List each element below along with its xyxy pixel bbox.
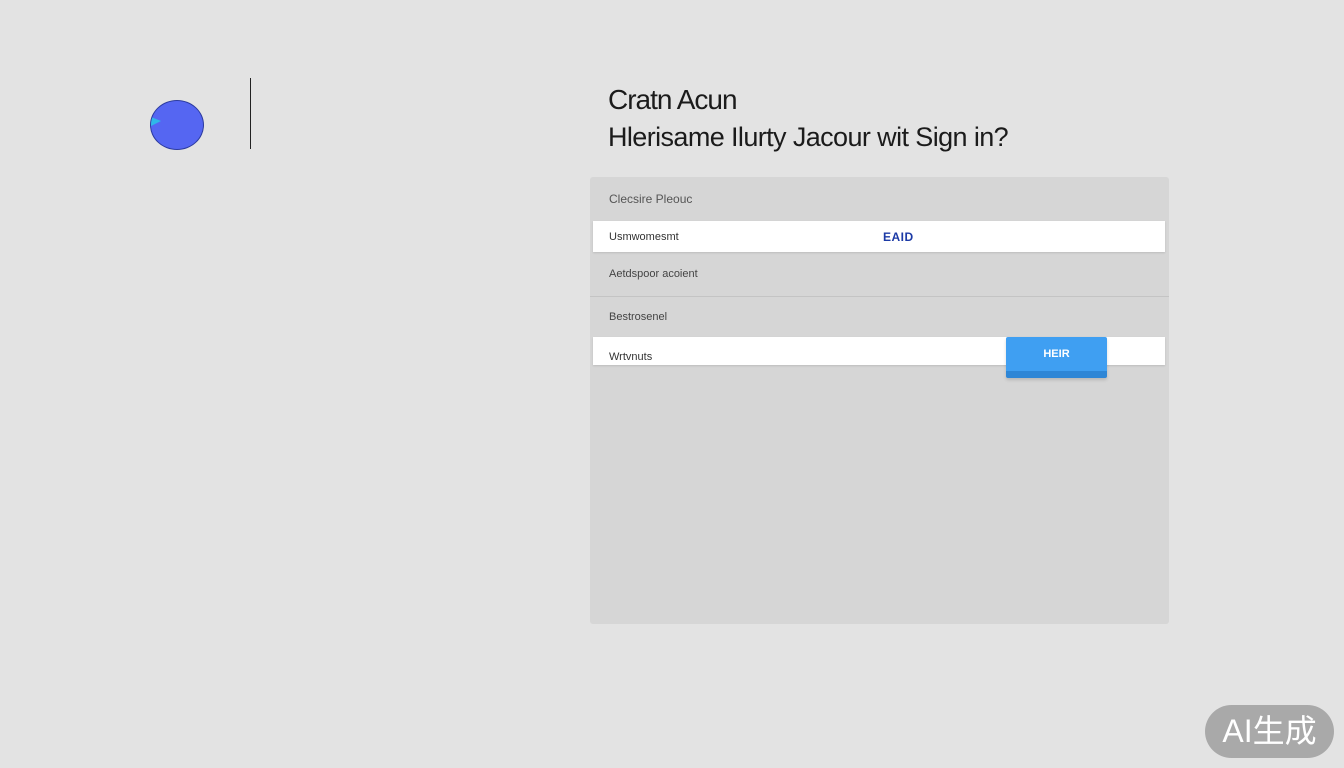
form-row-label: Wrtvnuts (609, 351, 653, 363)
logo-divider (250, 78, 251, 149)
form-row-input[interactable]: Usmwomesmt EAID (593, 221, 1165, 252)
form-row[interactable]: Aetdspoor acoient (590, 254, 1169, 297)
form-header: Clecsire Pleouc (609, 192, 693, 206)
circle-logo-icon (150, 100, 204, 150)
primary-button[interactable]: HEIR (1006, 337, 1107, 378)
form-panel: Clecsire Pleouc Usmwomesmt EAID Aetdspoo… (590, 177, 1169, 624)
form-row-label: Usmwomesmt (609, 231, 679, 243)
page-subtitle: Hlerisame Ilurty Jacour wit Sign in? (608, 122, 1009, 152)
form-row-value: EAID (883, 230, 914, 244)
form-row-label: Aetdspoor acoient (609, 268, 698, 280)
page-title: Cratn Acun (608, 84, 738, 115)
form-row[interactable]: Bestrosenel (590, 297, 1169, 339)
ai-generated-watermark: AI生成 (1205, 705, 1334, 758)
form-row-label: Bestrosenel (609, 311, 668, 323)
logo-notch (151, 117, 161, 126)
